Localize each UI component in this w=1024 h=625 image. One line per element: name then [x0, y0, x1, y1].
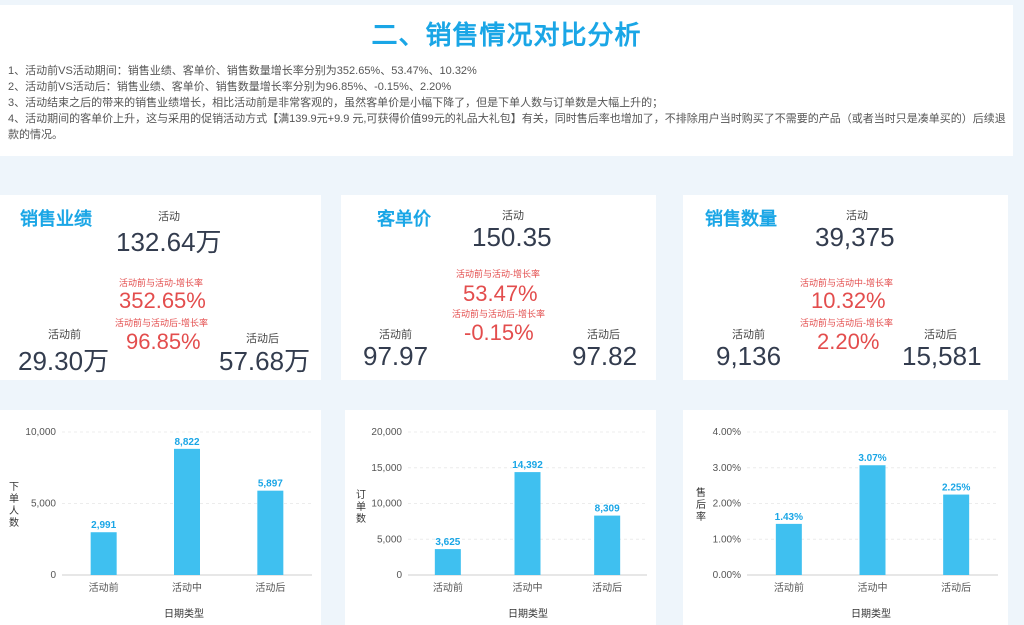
kpi-after-value: 97.82	[572, 341, 638, 371]
analysis-note: 2、活动前VS活动后：销售业绩、客单价、销售数量增长率分别为96.85%、-0.…	[8, 81, 452, 93]
kpi-during-value: 150.35	[472, 222, 552, 252]
bar[interactable]	[943, 494, 970, 575]
kpi-during-label: 活动	[502, 210, 524, 222]
kpi-card-sales: 销售业绩 活动 132.64万 活动前与活动-增长率 352.65% 活动前与活…	[0, 195, 321, 380]
kpi-after-label: 活动后	[587, 329, 620, 341]
kpi-rate2-label: 活动前与活动后-增长率	[800, 318, 893, 328]
kpi-rate2-value: -0.15%	[464, 320, 534, 345]
kpi-during-value: 132.64万	[116, 227, 222, 257]
kpi-rate1-value: 10.32%	[811, 288, 886, 313]
y-tick-label: 1.00%	[713, 534, 741, 545]
x-tick-label: 活动中	[172, 581, 202, 594]
kpi-during-label: 活动	[846, 210, 868, 222]
chart-aftersale-rate: 0.00% 1.00% 2.00% 3.00% 4.00% 1.43% 活动前 3.07% 活动…	[713, 427, 998, 594]
kpi-after-label: 活动后	[924, 329, 957, 341]
y-tick-label: 0	[50, 570, 56, 581]
bar[interactable]	[775, 523, 802, 575]
x-tick-label: 活动后	[592, 582, 622, 594]
y-tick-label: 5,000	[31, 499, 56, 510]
chart-panel-orders: 0 5,000 10,000 15,000 20,000 3,625 活动前 14,392 活动…	[345, 410, 656, 625]
chart-ylabel: 订单数	[356, 490, 366, 525]
x-tick-label: 活动前	[89, 581, 119, 594]
chart-buyers: 0 5,000 10,000 2,991 活动前 8,822 活动中 5,897 活动后	[25, 427, 312, 594]
y-tick-label: 3.00%	[713, 463, 741, 474]
y-tick-label: 10,000	[371, 499, 402, 510]
chart-xlabel: 日期类型	[164, 609, 204, 620]
y-tick-label: 2.00%	[713, 499, 741, 510]
kpi-before-label: 活动前	[379, 329, 412, 341]
bar-data-label: 3,625	[435, 537, 460, 548]
kpi-card-avg-price: 客单价 活动 150.35 活动前与活动-增长率 53.47% 活动前与活动后-…	[341, 195, 656, 380]
kpi-title: 客单价	[377, 209, 431, 229]
x-tick-label: 活动后	[941, 582, 971, 594]
x-tick-label: 活动中	[858, 581, 888, 594]
kpi-rate2-label: 活动前与活动后-增长率	[115, 318, 208, 328]
chart-xlabel: 日期类型	[851, 609, 891, 620]
bar-data-label: 8,822	[174, 437, 199, 448]
kpi-rate1-value: 352.65%	[119, 288, 206, 313]
bar[interactable]	[90, 532, 117, 575]
bar-data-label: 2.25%	[942, 483, 970, 494]
y-tick-label: 4.00%	[713, 427, 741, 438]
analysis-note: 4、活动期间的客单价上升，这与采用的促销活动方式【满139.9元+9.9 元,可…	[8, 113, 1006, 141]
kpi-rate2-value: 2.20%	[817, 329, 880, 354]
kpi-title: 销售数量	[705, 209, 777, 229]
page-title: 二、销售情况对比分析	[371, 20, 642, 50]
y-tick-label: 0	[396, 570, 402, 581]
bar[interactable]	[514, 472, 541, 575]
bar[interactable]	[257, 490, 284, 575]
chart-orders: 0 5,000 10,000 15,000 20,000 3,625 活动前 14,392 活动…	[371, 427, 647, 594]
kpi-before-value: 97.97	[363, 341, 429, 371]
bar-data-label: 14,392	[512, 460, 543, 471]
x-tick-label: 活动前	[433, 581, 463, 594]
kpi-rate2-label: 活动前与活动后-增长率	[452, 309, 545, 319]
bar[interactable]	[594, 515, 621, 575]
kpi-before-label: 活动前	[732, 329, 765, 341]
chart-xlabel: 日期类型	[508, 609, 548, 620]
kpi-before-value: 29.30万	[18, 346, 110, 376]
bar[interactable]	[859, 465, 886, 575]
kpi-rate1-label: 活动前与活动-增长率	[456, 269, 540, 279]
chart-panel-buyers: 0 5,000 10,000 2,991 活动前 8,822 活动中 5,897 活动后 下单人…	[0, 410, 321, 625]
bar-data-label: 8,309	[595, 504, 620, 515]
y-tick-label: 5,000	[377, 534, 402, 545]
y-tick-label: 20,000	[371, 427, 402, 438]
bar-data-label: 3.07%	[858, 453, 886, 464]
chart-ylabel: 售后率	[696, 488, 706, 523]
y-tick-label: 0.00%	[713, 570, 741, 581]
summary-header-panel: 二、销售情况对比分析 1、活动前VS活动期间：销售业绩、客单价、销售数量增长率分…	[0, 5, 1013, 156]
kpi-before-label: 活动前	[48, 329, 81, 341]
y-tick-label: 15,000	[371, 463, 402, 474]
kpi-before-value: 9,136	[716, 341, 782, 371]
analysis-notes: 1、活动前VS活动期间：销售业绩、客单价、销售数量增长率分别为352.65%、5…	[8, 63, 1008, 143]
kpi-title: 销售业绩	[20, 209, 92, 229]
analysis-note: 1、活动前VS活动期间：销售业绩、客单价、销售数量增长率分别为352.65%、5…	[8, 65, 477, 77]
bar-data-label: 5,897	[258, 479, 283, 490]
kpi-rate1-value: 53.47%	[463, 281, 538, 306]
x-tick-label: 活动后	[255, 582, 285, 594]
kpi-during-value: 39,375	[815, 222, 895, 252]
x-tick-label: 活动前	[774, 581, 804, 594]
chart-ylabel: 下单人数	[9, 482, 19, 529]
chart-panel-aftersale: 0.00% 1.00% 2.00% 3.00% 4.00% 1.43% 活动前 3.07% 活动…	[683, 410, 1008, 625]
bar-data-label: 1.43%	[775, 512, 803, 523]
x-tick-label: 活动中	[513, 581, 543, 594]
kpi-after-value: 15,581	[902, 341, 982, 371]
bar[interactable]	[174, 448, 200, 575]
kpi-card-sales-qty: 销售数量 活动 39,375 活动前与活动中-增长率 10.32% 活动前与活动…	[683, 195, 1008, 380]
y-tick-label: 10,000	[25, 427, 56, 438]
kpi-after-value: 57.68万	[219, 346, 311, 376]
analysis-note: 3、活动结束之后的带来的销售业绩增长，相比活动前是非常客观的，虽然客单价是小幅下…	[8, 97, 664, 109]
kpi-rate2-value: 96.85%	[126, 329, 201, 354]
bar[interactable]	[434, 549, 461, 575]
bar-data-label: 2,991	[91, 520, 116, 531]
